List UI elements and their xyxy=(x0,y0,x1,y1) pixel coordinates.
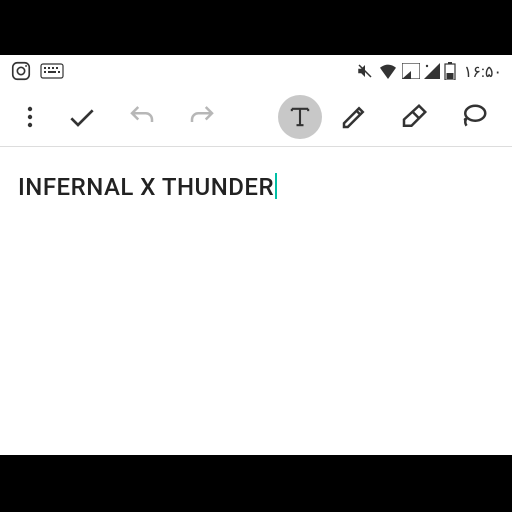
battery-icon xyxy=(444,62,456,80)
lasso-tool-button[interactable] xyxy=(446,89,502,145)
text-cursor xyxy=(275,173,277,199)
redo-button[interactable] xyxy=(174,89,230,145)
note-editor[interactable]: INFERNAL X THUNDER xyxy=(0,147,512,227)
status-time: ۱۶:۵۰ xyxy=(464,62,502,81)
instagram-icon xyxy=(10,60,32,82)
status-left xyxy=(10,60,64,82)
app-screen: ۱۶:۵۰ xyxy=(0,55,512,455)
more-menu-button[interactable] xyxy=(10,89,50,145)
signal-icon-2 xyxy=(424,63,440,79)
mute-icon xyxy=(356,62,374,80)
wifi-icon xyxy=(378,63,398,79)
signal-icon-1 xyxy=(402,63,420,79)
keyboard-icon xyxy=(40,63,64,79)
eraser-tool-button[interactable] xyxy=(386,89,442,145)
pen-tool-button[interactable] xyxy=(326,89,382,145)
undo-button[interactable] xyxy=(114,89,170,145)
text-tool-button[interactable] xyxy=(278,95,322,139)
status-right: ۱۶:۵۰ xyxy=(356,62,502,81)
toolbar xyxy=(0,87,512,147)
confirm-button[interactable] xyxy=(54,89,110,145)
status-bar: ۱۶:۵۰ xyxy=(0,55,512,87)
note-content: INFERNAL X THUNDER xyxy=(18,173,274,201)
